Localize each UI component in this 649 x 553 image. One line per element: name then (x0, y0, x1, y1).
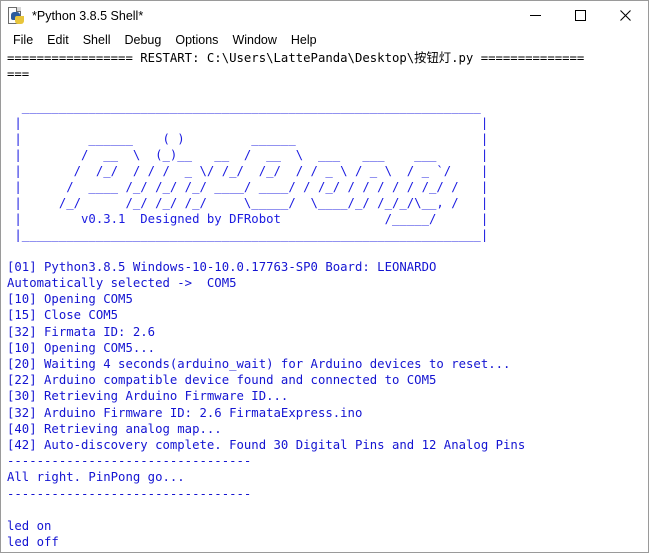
window-controls (513, 1, 648, 30)
menu-item-edit[interactable]: Edit (40, 30, 76, 50)
log-line: [10] Opening COM5 (7, 292, 133, 307)
spacer-line (7, 82, 648, 98)
restart-banner-line-2: === (7, 67, 30, 82)
log-line: All right. PinPong go... (7, 470, 185, 485)
log-line: [42] Auto-discovery complete. Found 30 D… (7, 438, 526, 453)
log-line: [20] Waiting 4 seconds(arduino_wait) for… (7, 357, 511, 372)
banner-line: | v0.3.1 Designed by DFRobot /_____/ | (7, 211, 489, 226)
log-separator: --------------------------------- (7, 486, 252, 501)
log-line: [15] Close COM5 (7, 308, 119, 323)
log-line: [32] Arduino Firmware ID: 2.6 FirmataExp… (7, 405, 363, 420)
banner-line: ________________________________________… (7, 99, 481, 114)
python-shell-window: *Python 3.8.5 Shell* File Edit Shell Deb… (0, 0, 649, 553)
spacer-line (7, 243, 648, 259)
log-line: led on (7, 519, 52, 534)
shell-content: ================= RESTART: C:\Users\Latt… (1, 50, 648, 552)
menu-item-options[interactable]: Options (168, 30, 225, 50)
banner-line: | / ____ /_/ /_/ /_/ ____/ ____/ / /_/ /… (7, 179, 489, 194)
spacer-line (7, 502, 648, 518)
close-button[interactable] (603, 1, 648, 30)
maximize-icon (575, 10, 586, 21)
log-line: [30] Retrieving Arduino Firmware ID... (7, 389, 289, 404)
banner-line: | / __ \ (_)__ __ / __ \ ___ ___ ___ | (7, 147, 489, 162)
minimize-icon (530, 15, 541, 16)
menu-item-file[interactable]: File (6, 30, 40, 50)
maximize-button[interactable] (558, 1, 603, 30)
log-separator: --------------------------------- (7, 454, 252, 469)
shell-output-area[interactable]: ================= RESTART: C:\Users\Latt… (1, 50, 648, 552)
restart-banner-line-1: ================= RESTART: C:\Users\Latt… (7, 51, 585, 65)
minimize-button[interactable] (513, 1, 558, 30)
log-line: led off (7, 535, 59, 550)
menu-item-help[interactable]: Help (284, 30, 324, 50)
log-line: [01] Python3.8.5 Windows-10-10.0.17763-S… (7, 259, 437, 274)
python-idle-icon (7, 6, 25, 25)
close-icon (620, 10, 631, 21)
log-line: [10] Opening COM5... (7, 340, 156, 355)
banner-line: | ______ ( ) ______ | (7, 131, 489, 146)
log-line: led on (7, 550, 648, 552)
pinpong-ascii-banner: ________________________________________… (7, 99, 648, 243)
banner-line: |_______________________________________… (7, 227, 489, 242)
banner-line: | | (7, 115, 489, 130)
log-line: [22] Arduino compatible device found and… (7, 373, 437, 388)
menu-item-shell[interactable]: Shell (76, 30, 118, 50)
banner-line: | /_/ /_/ /_/ /_/ \_____/ \____/_/ /_/_/… (7, 195, 489, 210)
log-line: Automatically selected -> COM5 (7, 276, 237, 291)
menu-bar: File Edit Shell Debug Options Window Hel… (1, 30, 648, 50)
title-bar: *Python 3.8.5 Shell* (1, 1, 648, 30)
menu-item-debug[interactable]: Debug (118, 30, 169, 50)
window-title: *Python 3.8.5 Shell* (32, 8, 144, 23)
log-output: [01] Python3.8.5 Windows-10-10.0.17763-S… (7, 259, 648, 552)
log-line: [40] Retrieving analog map... (7, 421, 222, 436)
banner-line: | / /_/ / / / _ \/ /_/ /_/ / / _ \ / _ \… (7, 163, 489, 178)
menu-item-window[interactable]: Window (225, 30, 283, 50)
log-line: [32] Firmata ID: 2.6 (7, 324, 156, 339)
